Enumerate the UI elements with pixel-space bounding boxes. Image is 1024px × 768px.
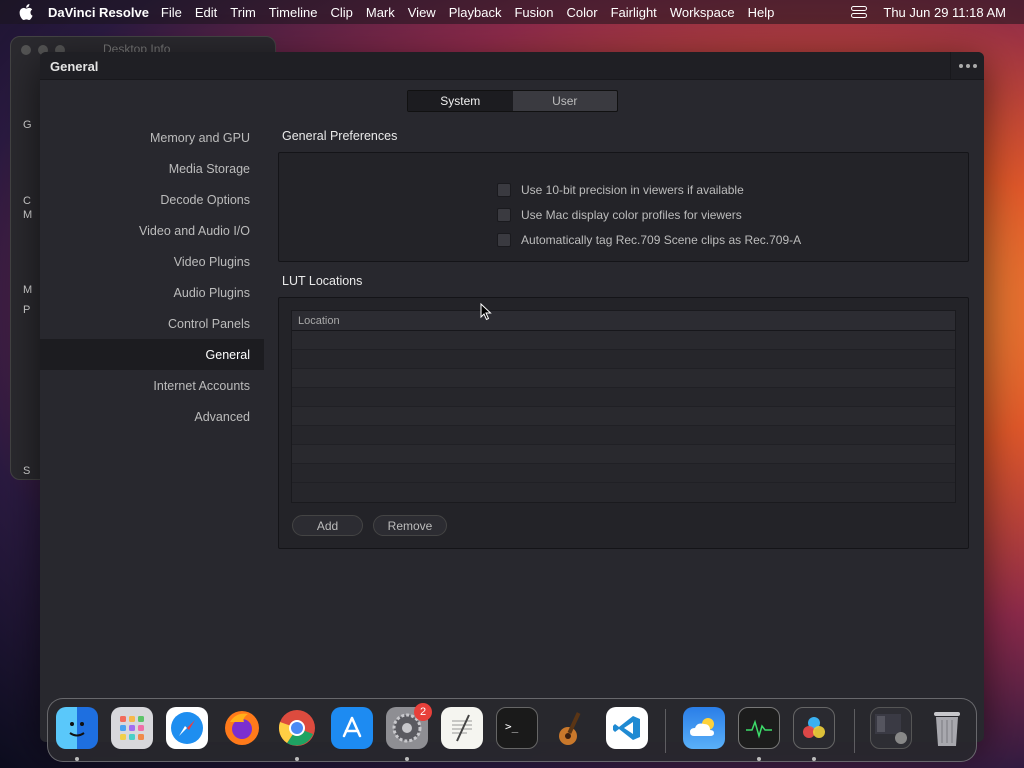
sidebar-item-memory-and-gpu[interactable]: Memory and GPU xyxy=(40,122,264,153)
running-indicator xyxy=(405,757,409,761)
finder-sidebar-item[interactable]: S xyxy=(23,465,30,477)
option-10bit-precision[interactable]: Use 10-bit precision in viewers if avail… xyxy=(497,183,744,197)
apple-menu-icon[interactable] xyxy=(18,4,34,20)
table-row xyxy=(292,388,955,407)
menu-edit[interactable]: Edit xyxy=(195,5,217,20)
menu-workspace[interactable]: Workspace xyxy=(670,5,735,20)
option-mac-display-profiles[interactable]: Use Mac display color profiles for viewe… xyxy=(497,208,742,222)
finder-sidebar-item[interactable]: G xyxy=(23,119,32,131)
table-row xyxy=(292,331,955,350)
remove-lut-button[interactable]: Remove xyxy=(373,515,447,536)
option-label: Use Mac display color profiles for viewe… xyxy=(521,208,742,222)
textedit-icon[interactable] xyxy=(441,707,483,749)
menubar-clock[interactable]: Thu Jun 29 11:18 AM xyxy=(883,5,1006,20)
menu-help[interactable]: Help xyxy=(748,5,775,20)
tab-system[interactable]: System xyxy=(408,91,513,111)
trash-icon[interactable] xyxy=(926,707,968,749)
running-indicator xyxy=(295,757,299,761)
menu-playback[interactable]: Playback xyxy=(449,5,502,20)
weather-icon[interactable] xyxy=(683,707,725,749)
system-settings-icon[interactable]: 2 xyxy=(386,703,432,749)
sidebar-item-general[interactable]: General xyxy=(40,339,264,370)
system-user-tabs: System User xyxy=(407,90,618,112)
svg-text:>_: >_ xyxy=(505,720,519,733)
sidebar-item-media-storage[interactable]: Media Storage xyxy=(40,153,264,184)
control-center-icon[interactable] xyxy=(851,6,868,18)
table-row xyxy=(292,445,955,464)
sidebar-item-video-plugins[interactable]: Video Plugins xyxy=(40,246,264,277)
table-row xyxy=(292,350,955,369)
checkbox[interactable] xyxy=(497,208,511,222)
option-label: Use 10-bit precision in viewers if avail… xyxy=(521,183,744,197)
menu-trim[interactable]: Trim xyxy=(230,5,256,20)
notification-badge: 2 xyxy=(414,703,432,721)
preferences-sidebar: Memory and GPU Media Storage Decode Opti… xyxy=(40,122,264,432)
menu-color[interactable]: Color xyxy=(566,5,597,20)
tab-user[interactable]: User xyxy=(513,91,618,111)
lut-locations-heading: LUT Locations xyxy=(282,274,363,288)
running-indicator xyxy=(812,757,816,761)
dock: 2 >_ xyxy=(47,698,977,762)
activity-monitor-icon[interactable] xyxy=(738,707,780,749)
downloads-stack-icon[interactable] xyxy=(870,707,912,749)
menu-file[interactable]: File xyxy=(161,5,182,20)
lut-locations-table[interactable]: Location xyxy=(291,310,956,503)
menu-clip[interactable]: Clip xyxy=(330,5,352,20)
app-menu[interactable]: DaVinci Resolve xyxy=(48,5,149,20)
dock-separator xyxy=(854,709,855,753)
running-indicator xyxy=(75,757,79,761)
checkbox[interactable] xyxy=(497,233,511,247)
chrome-icon[interactable] xyxy=(276,707,318,749)
mouse-cursor-icon xyxy=(480,302,492,326)
table-row xyxy=(292,426,955,445)
sidebar-item-decode-options[interactable]: Decode Options xyxy=(40,184,264,215)
running-indicator xyxy=(757,757,761,761)
finder-sidebar-item[interactable]: P xyxy=(23,304,30,316)
finder-sidebar-item[interactable]: M xyxy=(23,209,32,221)
table-row xyxy=(292,464,955,483)
terminal-icon[interactable]: >_ xyxy=(496,707,538,749)
menu-bar: DaVinci Resolve File Edit Trim Timeline … xyxy=(0,0,1024,24)
add-lut-button[interactable]: Add xyxy=(292,515,363,536)
dock-separator xyxy=(665,709,666,753)
lut-locations-panel: Location Add Remove xyxy=(278,297,969,549)
launchpad-icon[interactable] xyxy=(111,707,153,749)
general-preferences-panel: Use 10-bit precision in viewers if avail… xyxy=(278,152,969,262)
finder-icon[interactable] xyxy=(56,707,98,749)
table-row xyxy=(292,407,955,426)
menu-mark[interactable]: Mark xyxy=(366,5,395,20)
sidebar-item-advanced[interactable]: Advanced xyxy=(40,401,264,432)
sidebar-item-internet-accounts[interactable]: Internet Accounts xyxy=(40,370,264,401)
finder-sidebar-item[interactable]: M xyxy=(23,284,32,296)
app-store-icon[interactable] xyxy=(331,707,373,749)
davinci-resolve-icon[interactable] xyxy=(793,707,835,749)
table-row xyxy=(292,369,955,388)
menu-fairlight[interactable]: Fairlight xyxy=(611,5,657,20)
option-auto-tag-rec709[interactable]: Automatically tag Rec.709 Scene clips as… xyxy=(497,233,801,247)
sidebar-item-audio-plugins[interactable]: Audio Plugins xyxy=(40,277,264,308)
column-header-location[interactable]: Location xyxy=(292,311,955,331)
menu-view[interactable]: View xyxy=(408,5,436,20)
sidebar-item-control-panels[interactable]: Control Panels xyxy=(40,308,264,339)
checkbox[interactable] xyxy=(497,183,511,197)
general-preferences-heading: General Preferences xyxy=(282,129,398,143)
finder-sidebar-item[interactable]: C xyxy=(23,195,31,207)
option-label: Automatically tag Rec.709 Scene clips as… xyxy=(521,233,802,247)
vscode-icon[interactable] xyxy=(606,707,648,749)
firefox-icon[interactable] xyxy=(221,707,263,749)
window-titlebar[interactable]: General xyxy=(40,52,984,80)
garageband-icon[interactable] xyxy=(551,707,593,749)
menu-fusion[interactable]: Fusion xyxy=(514,5,553,20)
window-title: General xyxy=(50,59,99,74)
sidebar-item-video-audio-io[interactable]: Video and Audio I/O xyxy=(40,215,264,246)
preferences-window: General System User Memory and GPU Media… xyxy=(40,52,984,742)
menu-timeline[interactable]: Timeline xyxy=(269,5,318,20)
safari-icon[interactable] xyxy=(166,707,208,749)
more-options-icon[interactable] xyxy=(950,52,984,80)
